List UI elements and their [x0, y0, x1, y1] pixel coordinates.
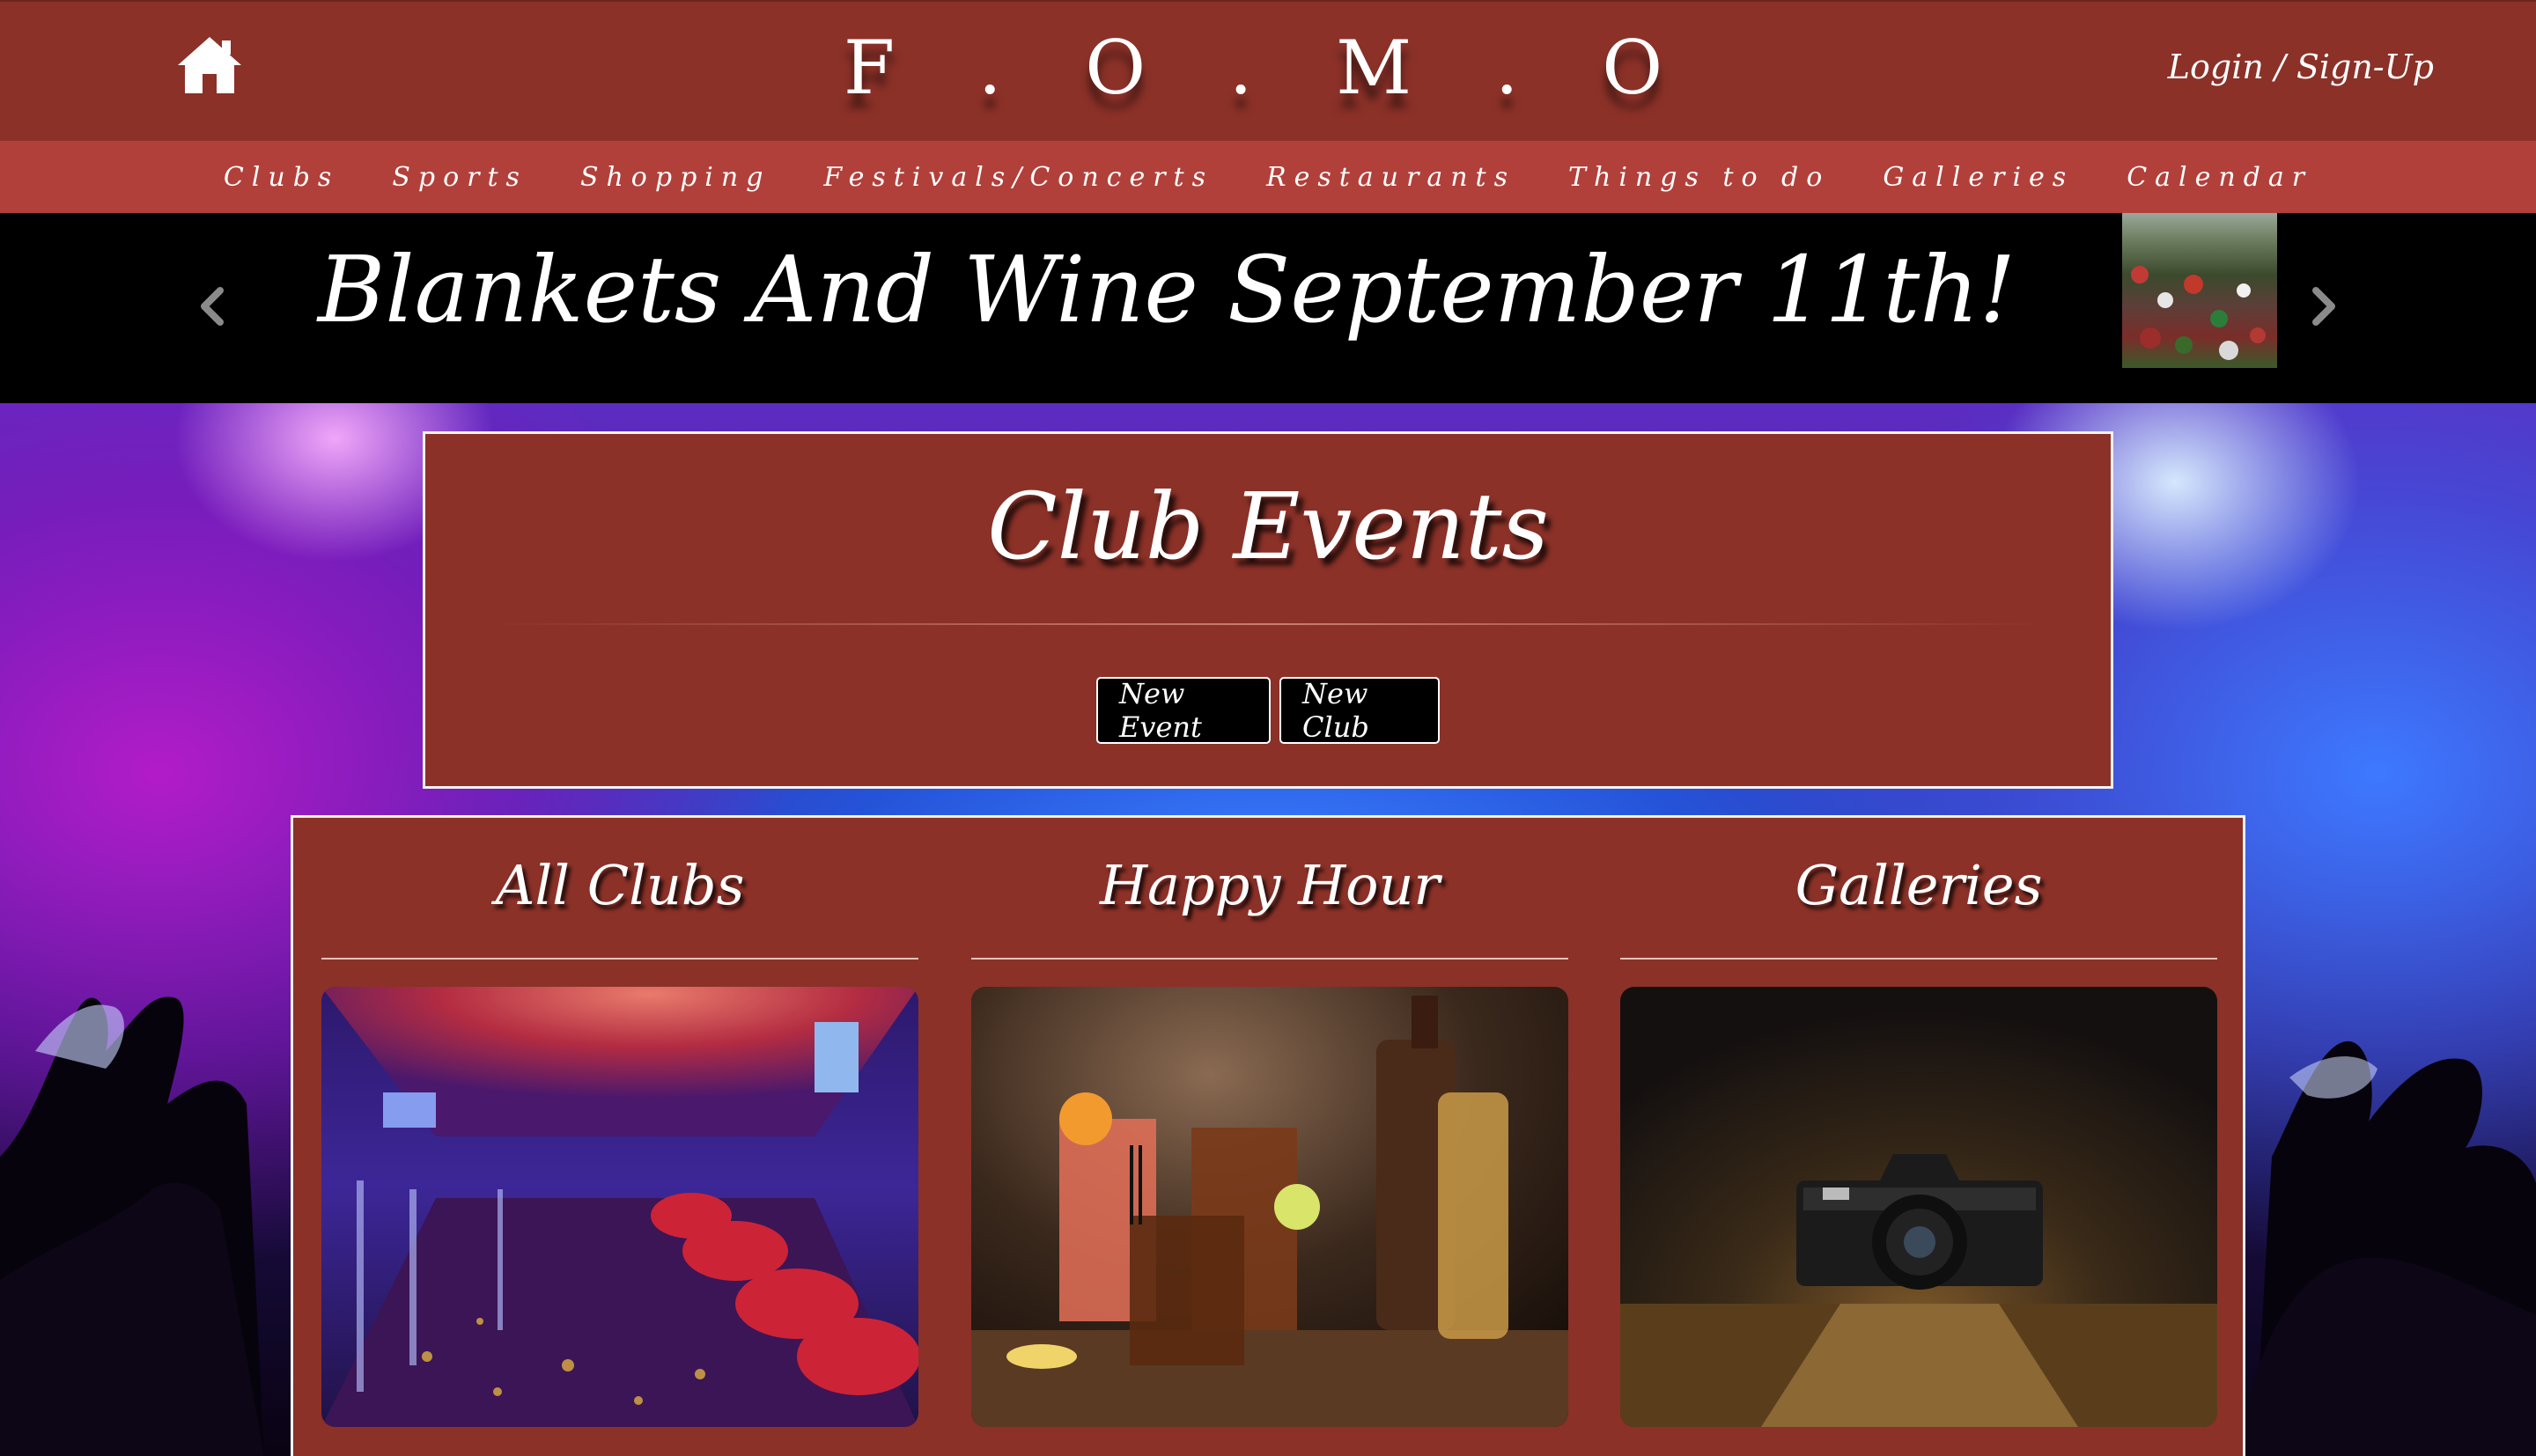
chevron-left-icon[interactable] — [187, 280, 240, 333]
event-carousel: Blankets And Wine September 11th! — [0, 213, 2536, 403]
main-nav: Clubs Sports Shopping Festivals/Concerts… — [0, 141, 2536, 213]
nav-item-restaurants[interactable]: Restaurants — [1266, 162, 1515, 193]
events-actions: New Event New Club — [425, 677, 2111, 744]
new-event-button[interactable]: New Event — [1096, 677, 1271, 744]
new-club-button[interactable]: New Club — [1279, 677, 1440, 744]
card-divider — [321, 958, 918, 960]
category-cards-panel: All Clubs Happy Hour Galleries — [291, 815, 2245, 1456]
nav-item-sports[interactable]: Sports — [392, 162, 527, 193]
card-divider — [971, 958, 1568, 960]
nav-item-galleries[interactable]: Galleries — [1883, 162, 2074, 193]
camera-photo[interactable] — [1620, 987, 2217, 1427]
nav-item-festivals-concerts[interactable]: Festivals/Concerts — [823, 162, 1213, 193]
club-events-panel: Club Events New Event New Club — [423, 431, 2113, 789]
chevron-right-icon[interactable] — [2296, 280, 2349, 333]
top-header: F . O . M . O Login / Sign-Up — [0, 0, 2536, 141]
card-title[interactable]: Galleries — [1620, 853, 2217, 917]
title-divider — [487, 623, 2049, 625]
page-title: Club Events — [987, 473, 1549, 580]
cocktails-photo[interactable] — [971, 987, 1568, 1427]
nav-item-shopping[interactable]: Shopping — [580, 162, 770, 193]
login-signup-link[interactable]: Login / Sign-Up — [2168, 48, 2434, 86]
nav-item-things-to-do[interactable]: Things to do — [1568, 162, 1830, 193]
site-logo[interactable]: F . O . M . O — [0, 25, 2536, 111]
nav-item-clubs[interactable]: Clubs — [224, 162, 339, 193]
card-divider — [1620, 958, 2217, 960]
carousel-headline[interactable]: Blankets And Wine September 11th! — [264, 236, 2069, 343]
card-title[interactable]: Happy Hour — [971, 853, 1568, 917]
club-interior-photo[interactable] — [321, 987, 918, 1427]
nav-item-calendar[interactable]: Calendar — [2127, 162, 2312, 193]
card-title[interactable]: All Clubs — [321, 853, 918, 917]
carousel-thumbnail[interactable] — [2122, 213, 2277, 368]
